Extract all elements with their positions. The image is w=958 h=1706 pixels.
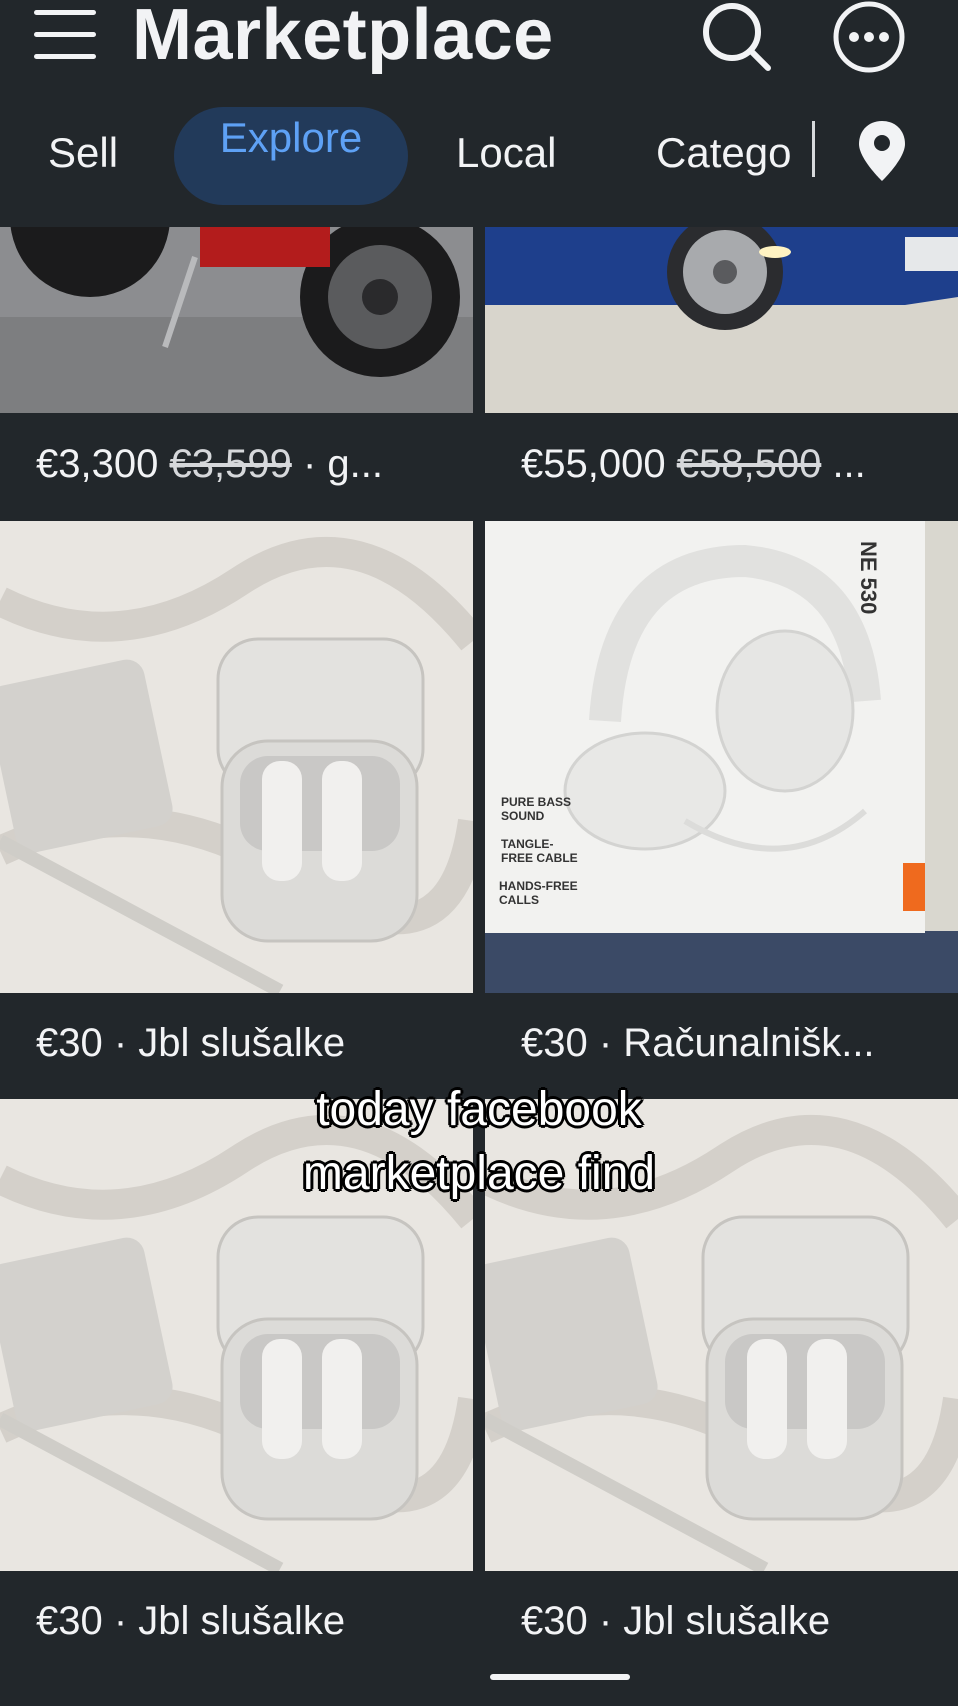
listing-photo-headphones[interactable]: NE 530 PURE BASS SOUND TANGLE-FREE CABLE… [485,521,958,993]
tab-explore[interactable]: Explore [174,107,408,205]
listing-price: €55,000 €58,500 ... [521,442,866,486]
box-model-label: NE 530 [856,541,881,615]
caption-line-2: marketplace find [302,1147,656,1200]
caption-line-1: today facebook [316,1083,642,1136]
box-feature-3: HANDS-FREE CALLS [499,879,578,907]
listing-card[interactable]: NE 530 PURE BASS SOUND TANGLE-FREE CABLE… [485,521,958,1065]
tab-local[interactable]: Local [456,105,556,201]
video-caption: today facebook marketplace find [0,1078,958,1206]
listing-price: €30 · Jbl slušalke [36,1599,346,1643]
listing-card[interactable]: €55,000 €58,500 ... [485,227,958,517]
more-icon[interactable] [832,0,906,74]
tab-sell[interactable]: Sell [48,105,118,201]
box-feature-1: PURE BASS SOUND [501,795,572,823]
listing-price: €3,300 €3,599 · g... [36,442,383,486]
listing-photo-earbuds[interactable] [0,521,473,993]
tab-categories[interactable]: Catego [656,105,812,201]
menu-icon[interactable] [34,8,96,62]
top-bar: Marketplace [0,0,958,105]
page-title: Marketplace [132,0,554,75]
listing-price: €30 · Jbl slušalke [36,1021,346,1065]
listing-card[interactable]: €3,300 €3,599 · g... [0,227,473,517]
listing-price: €30 · Jbl slušalke [521,1599,831,1643]
home-indicator [490,1674,630,1680]
listing-photo-car[interactable] [485,227,958,413]
location-pin-icon[interactable] [856,119,908,183]
tab-divider [812,121,815,177]
box-feature-2: TANGLE-FREE CABLE [501,837,578,865]
listing-price: €30 · Računalnišk... [521,1021,875,1065]
tab-bar: Sell Explore Local Catego [0,105,958,227]
search-icon[interactable] [700,0,772,72]
listing-card[interactable]: €30 · Jbl slušalke [0,521,473,1065]
listing-photo-motorcycle[interactable] [0,227,473,413]
